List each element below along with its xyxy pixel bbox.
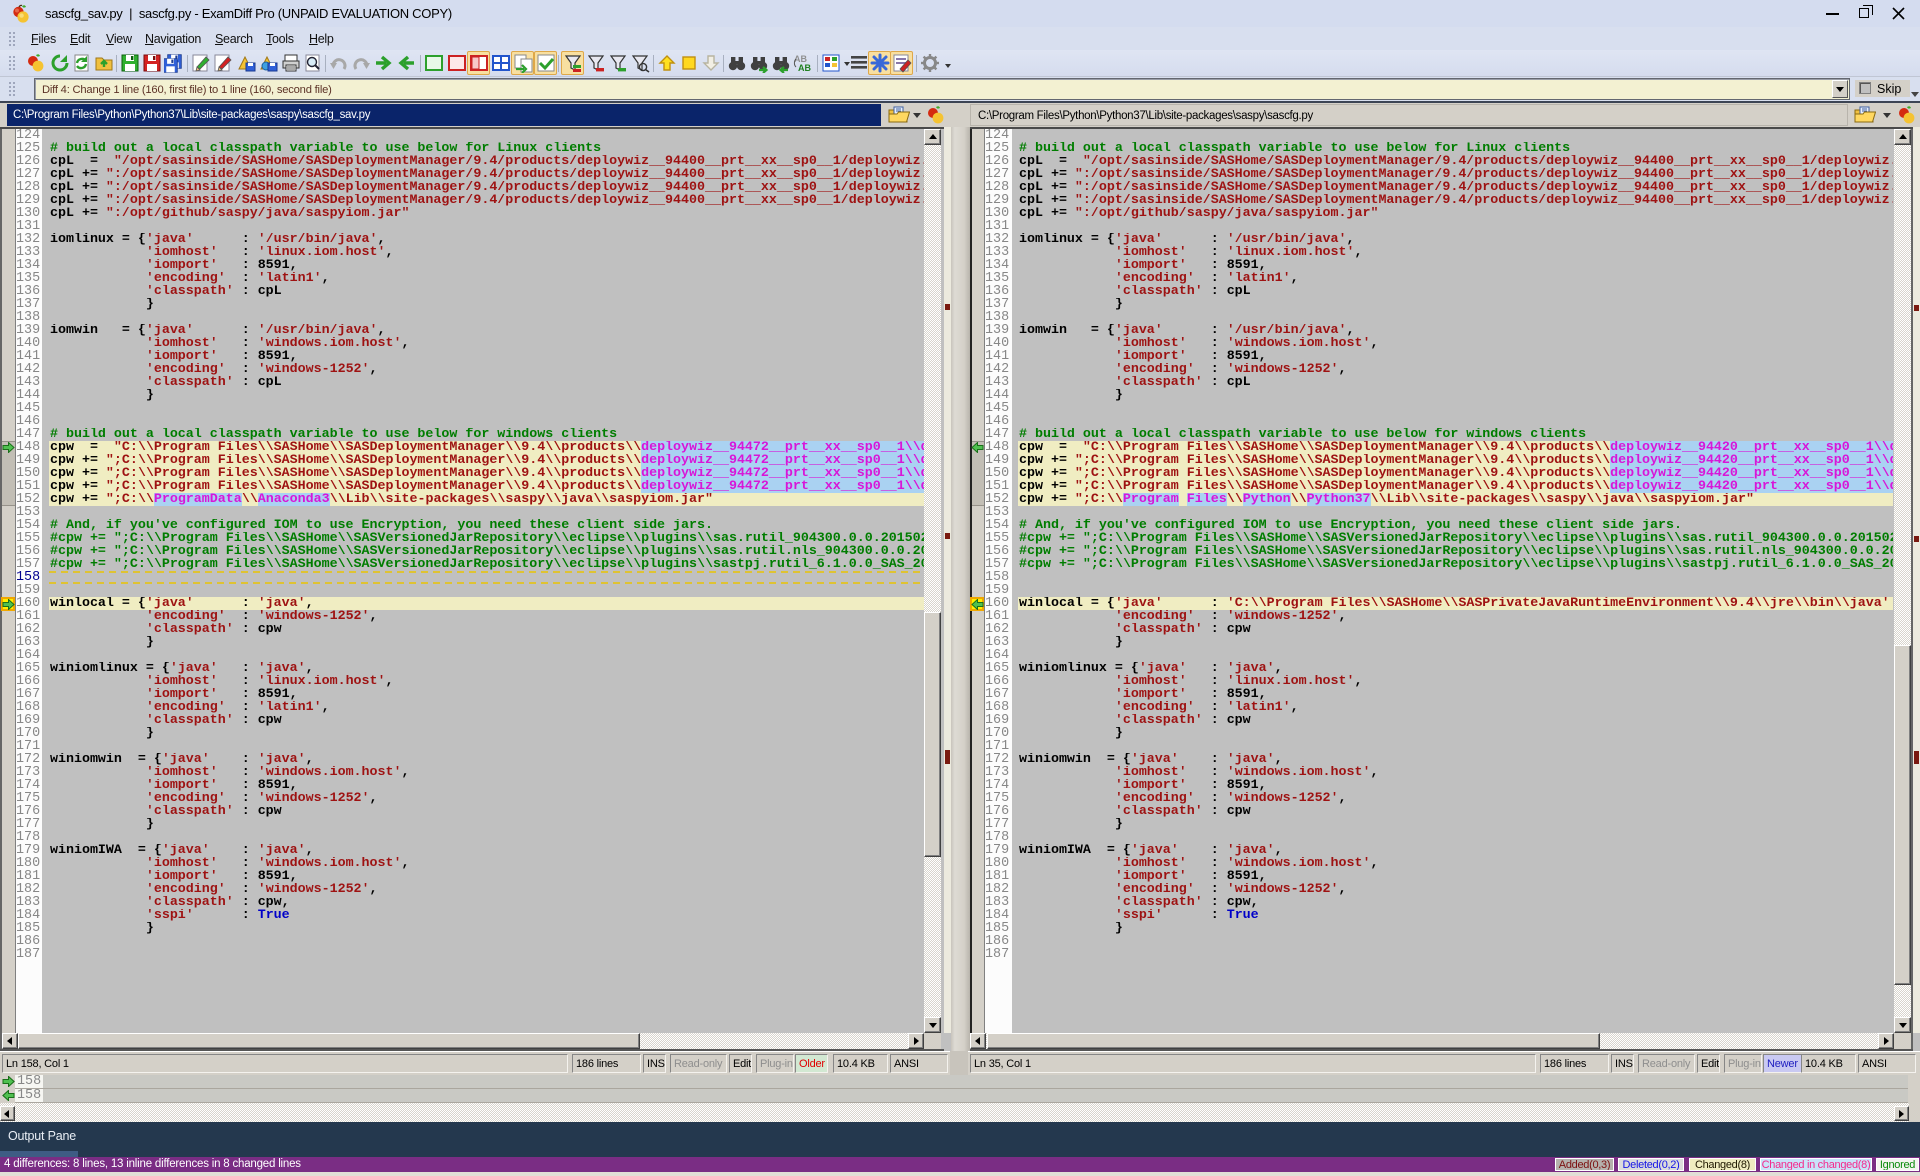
svg-text:AB: AB <box>798 63 811 73</box>
